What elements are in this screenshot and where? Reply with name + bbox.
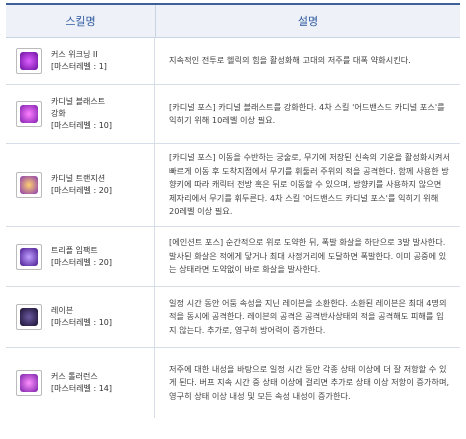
skill-name: 커스 위크닝 II [마스터레벨 : 1] xyxy=(51,50,107,71)
cardinal-transition-icon xyxy=(16,172,42,198)
skill-description: 일정 시간 동안 어둠 속성을 지닌 레이븐을 소환한다. 소환된 레이븐은 최… xyxy=(169,297,447,335)
skill-description: [카디널 포스] 이동을 수반하는 궁술로, 무기에 저장된 신속의 기운을 활… xyxy=(169,152,450,217)
skill-name: 트리플 임팩트 [마스터레벨 : 20] xyxy=(51,245,113,267)
skill-cell: 레이븐 [마스터레벨 : 10] xyxy=(6,287,155,347)
skill-name: 커스 톨러런스 [마스터레벨 : 14] xyxy=(51,372,113,393)
triple-impact-icon xyxy=(16,243,42,270)
skill-name: 레이븐 [마스터레벨 : 10] xyxy=(51,306,113,327)
skill-name: 카디널 블래스트 강화 [마스터레벨 : 10] xyxy=(51,97,113,130)
curse-tolerance-icon xyxy=(16,370,42,396)
header-description: 설명 xyxy=(297,15,319,28)
table-row: 커스 톨러런스 [마스터레벨 : 14] 저주에 대한 내성을 바탕으로 일정 … xyxy=(6,348,460,418)
skill-description: 지속적인 전투로 헬릭의 힘을 활성화해 고대의 저주를 대폭 약화시킨다. xyxy=(169,55,411,66)
table-row: 카디널 트랜지션 [마스터레벨 : 20] [카디널 포스] 이동을 수반하는 … xyxy=(6,144,460,227)
curse-weakening-icon xyxy=(16,48,42,74)
skill-cell: 카디널 트랜지션 [마스터레벨 : 20] xyxy=(6,144,155,226)
skill-cell: 커스 톨러런스 [마스터레벨 : 14] xyxy=(6,348,155,418)
table-header: 스킬명 설명 xyxy=(6,5,460,38)
skill-cell: 카디널 블래스트 강화 [마스터레벨 : 10] xyxy=(6,85,155,143)
table-row: 레이븐 [마스터레벨 : 10] 일정 시간 동안 어둠 속성을 지닌 레이븐을… xyxy=(6,287,460,348)
skill-description: [에인션트 포스] 순간적으로 위로 도약한 뒤, 폭발 화살을 하단으로 3발… xyxy=(169,237,447,275)
header-skill-name: 스킬명 xyxy=(6,5,156,37)
table-row: 커스 위크닝 II [마스터레벨 : 1] 지속적인 전투로 헬릭의 힘을 활성… xyxy=(6,38,460,85)
table-row: 카디널 블래스트 강화 [마스터레벨 : 10] [카디널 포스] 카디널 블래… xyxy=(6,85,460,144)
cardinal-blast-icon xyxy=(16,101,42,127)
skill-cell: 트리플 임팩트 [마스터레벨 : 20] xyxy=(6,227,155,286)
raven-icon xyxy=(16,304,42,330)
skill-name: 카디널 트랜지션 [마스터레벨 : 20] xyxy=(51,174,113,195)
skill-table: 스킬명 설명 커스 위크닝 II [마스터레벨 : 1] 지속적인 전투로 헬릭… xyxy=(6,3,460,418)
skill-cell: 커스 위크닝 II [마스터레벨 : 1] xyxy=(6,38,155,84)
skill-description: [카디널 포스] 카디널 블래스트를 강화한다. 4차 스킬 '어드밴스드 카디… xyxy=(169,101,445,126)
skill-description: 저주에 대한 내성을 바탕으로 일정 시간 동안 각종 상태 이상에 더 잘 저… xyxy=(169,363,450,401)
table-row: 트리플 임팩트 [마스터레벨 : 20] [에인션트 포스] 순간적으로 위로 … xyxy=(6,227,460,287)
